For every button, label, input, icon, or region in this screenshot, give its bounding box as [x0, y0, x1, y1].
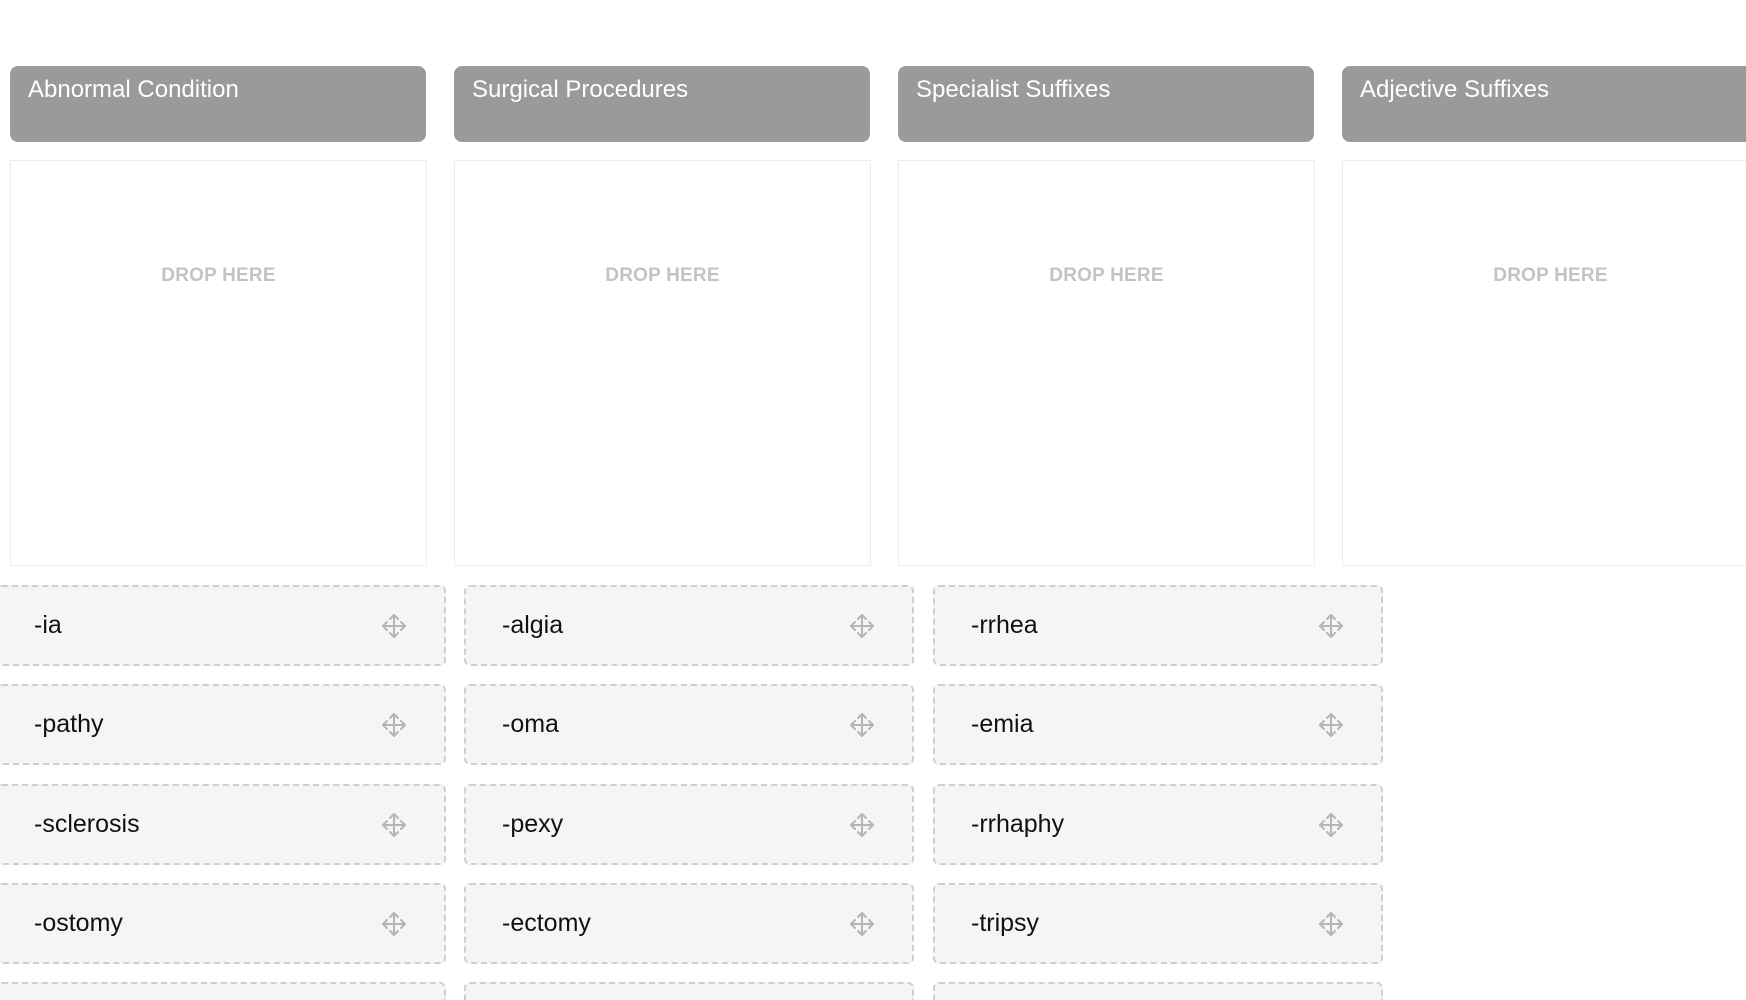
term-label: -ostomy [34, 909, 123, 937]
term-card[interactable]: -pexy [464, 784, 914, 865]
term-label: -ectomy [502, 909, 591, 937]
term-label: -ia [34, 611, 62, 639]
drop-here-label: DROP HERE [161, 265, 276, 286]
term-card[interactable]: -rrhaphy [933, 784, 1383, 865]
drop-zone[interactable]: DROP HERE [454, 160, 871, 566]
term-label: -emia [971, 710, 1034, 738]
drop-zone[interactable]: DROP HERE [1342, 160, 1746, 566]
term-label: -pathy [34, 710, 104, 738]
category-header: Surgical Procedures [454, 66, 870, 142]
category-adjective-suffixes: Adjective Suffixes DROP HERE [1342, 66, 1746, 566]
category-header: Adjective Suffixes [1342, 66, 1746, 142]
move-icon[interactable] [380, 612, 408, 640]
drop-here-label: DROP HERE [1493, 265, 1608, 286]
term-card[interactable] [933, 982, 1383, 1000]
term-card[interactable]: -ostomy [0, 883, 446, 964]
category-surgical-procedures: Surgical Procedures DROP HERE [454, 66, 871, 566]
term-label: -oma [502, 710, 559, 738]
move-icon[interactable] [1317, 910, 1345, 938]
term-label: -pexy [502, 810, 564, 838]
drop-zone[interactable]: DROP HERE [10, 160, 427, 566]
move-icon[interactable] [1317, 811, 1345, 839]
term-card[interactable]: -tripsy [933, 883, 1383, 964]
term-label: -sclerosis [34, 810, 140, 838]
move-icon[interactable] [380, 910, 408, 938]
drag-drop-sorting-activity: Abnormal Condition DROP HERE Surgical Pr… [0, 0, 1746, 1000]
move-icon[interactable] [1317, 612, 1345, 640]
drop-zone[interactable]: DROP HERE [898, 160, 1315, 566]
move-icon[interactable] [380, 811, 408, 839]
category-header: Abnormal Condition [10, 66, 426, 142]
drop-here-label: DROP HERE [1049, 265, 1164, 286]
term-card[interactable]: -ia [0, 585, 446, 666]
category-abnormal-condition: Abnormal Condition DROP HERE [10, 66, 427, 566]
term-card[interactable]: -ectomy [464, 883, 914, 964]
term-card[interactable] [464, 982, 914, 1000]
move-icon[interactable] [380, 711, 408, 739]
term-card[interactable]: -rrhea [933, 585, 1383, 666]
term-label: -tripsy [971, 909, 1040, 937]
term-label: -rrhea [971, 611, 1038, 639]
move-icon[interactable] [1317, 711, 1345, 739]
term-card[interactable]: -sclerosis [0, 784, 446, 865]
move-icon[interactable] [848, 612, 876, 640]
category-header: Specialist Suffixes [898, 66, 1314, 142]
term-card[interactable] [0, 982, 446, 1000]
term-label: -rrhaphy [971, 810, 1065, 838]
term-card[interactable]: -emia [933, 684, 1383, 765]
move-icon[interactable] [848, 910, 876, 938]
move-icon[interactable] [848, 711, 876, 739]
move-icon[interactable] [848, 811, 876, 839]
drop-here-label: DROP HERE [605, 265, 720, 286]
term-card[interactable]: -pathy [0, 684, 446, 765]
term-card[interactable]: -algia [464, 585, 914, 666]
term-card[interactable]: -oma [464, 684, 914, 765]
term-label: -algia [502, 611, 564, 639]
category-specialist-suffixes: Specialist Suffixes DROP HERE [898, 66, 1315, 566]
